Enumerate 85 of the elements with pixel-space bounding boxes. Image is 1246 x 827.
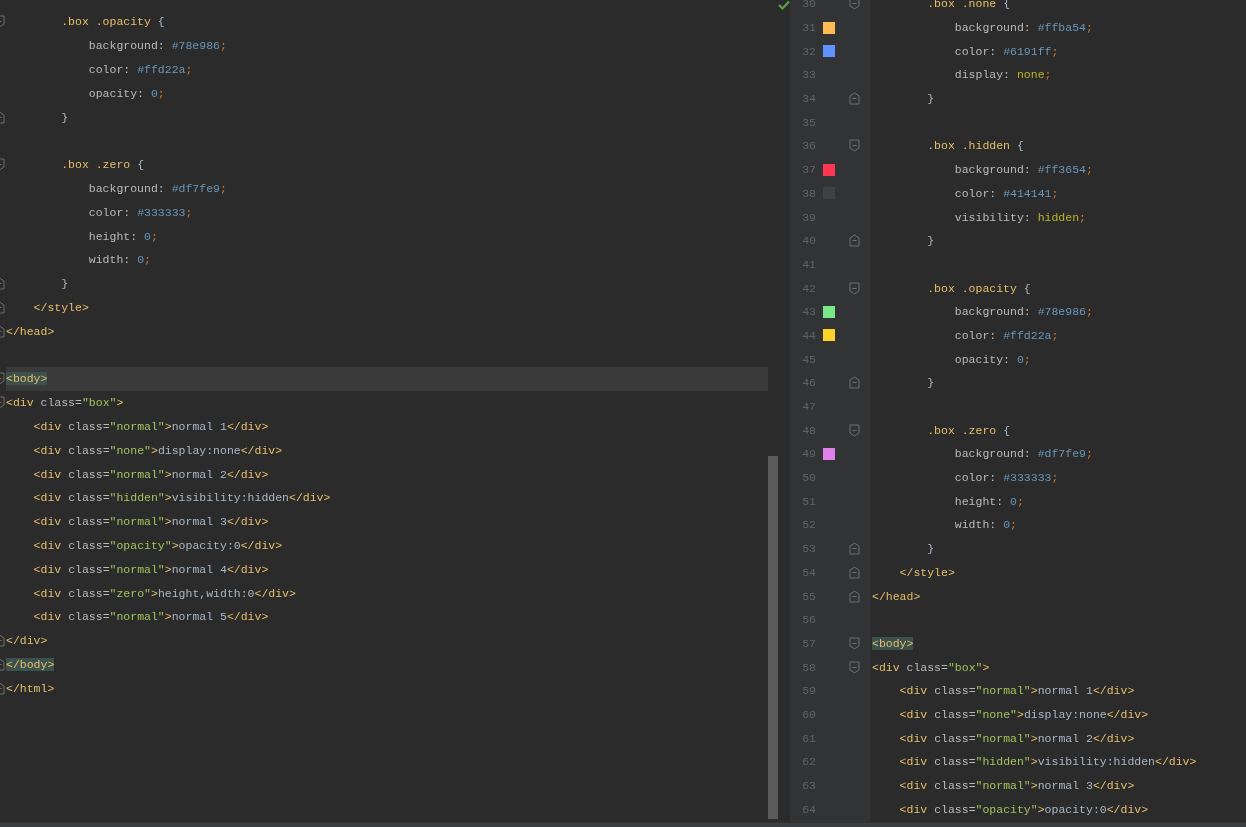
fold-end-icon[interactable]	[848, 234, 860, 248]
code-line: color: #6191ff;	[953, 43, 1060, 60]
fold-end-icon[interactable]	[0, 110, 5, 124]
code-line: </head>	[872, 588, 922, 605]
code-line: <div class="normal">normal 3</div>	[898, 778, 1136, 795]
code-line: display: none;	[953, 67, 1053, 84]
code-line: <div class="normal">normal 3</div>	[32, 514, 270, 531]
code-line: height: 0;	[87, 228, 159, 245]
code-line: <div class="normal">normal 2</div>	[32, 466, 270, 483]
code-line: }	[60, 276, 70, 293]
fold-end-icon[interactable]	[0, 634, 5, 648]
code-line: }	[926, 91, 936, 108]
color-swatch[interactable]	[823, 305, 835, 318]
code-line: </div>	[6, 633, 49, 650]
fold-end-icon[interactable]	[848, 589, 860, 603]
code-line: <div class="normal">normal 1</div>	[32, 418, 270, 435]
code-line: <div class="normal">normal 4</div>	[32, 561, 270, 578]
code-line: </html>	[6, 680, 56, 697]
code-line: background: #78e986;	[87, 38, 228, 55]
fold-collapse-icon[interactable]	[0, 396, 5, 410]
fold-collapse-icon[interactable]	[848, 139, 860, 153]
fold-end-icon[interactable]	[848, 92, 860, 106]
code-line: color: #ffd22a;	[87, 62, 194, 78]
code-line: background: #ffba54;	[953, 20, 1094, 37]
color-swatch[interactable]	[823, 45, 835, 58]
code-line: <div class="zero">height,width:0</div>	[32, 585, 297, 602]
fold-end-icon[interactable]	[0, 300, 5, 314]
code-line: <div class="box">	[6, 395, 125, 412]
fold-collapse-icon[interactable]	[848, 636, 860, 650]
color-swatch[interactable]	[823, 329, 835, 342]
code-line: }	[926, 541, 936, 558]
code-line: }	[926, 375, 936, 392]
code-line: <div class="normal">normal 5</div>	[32, 609, 270, 626]
code-line: <div class="hidden">visibility:hidden</div>	[898, 754, 1198, 771]
code-line: .box .opacity {	[926, 280, 1032, 297]
code-line: width: 0;	[953, 517, 1018, 534]
fold-end-icon[interactable]	[0, 657, 5, 671]
fold-collapse-icon[interactable]	[848, 660, 860, 674]
fold-collapse-icon[interactable]	[0, 158, 5, 172]
code-line: </style>	[898, 564, 956, 581]
fold-end-icon[interactable]	[0, 681, 5, 695]
code-line: color: #333333;	[953, 470, 1060, 487]
code-line: <div class="opacity">opacity:0</div>	[898, 801, 1150, 818]
fold-collapse-icon[interactable]	[848, 281, 860, 295]
code-line: color: #414141;	[953, 185, 1060, 202]
fold-end-icon[interactable]	[848, 565, 860, 579]
code-line: }	[60, 109, 70, 126]
code-line: <div class="none">display:none</div>	[32, 442, 284, 459]
fold-collapse-icon[interactable]	[0, 15, 5, 29]
code-line: .box .zero {	[926, 422, 1012, 439]
code-line: <div class="normal">normal 2</div>	[898, 730, 1136, 747]
code-line: background: #df7fe9;	[953, 446, 1094, 463]
code-line: .box .zero {	[60, 157, 146, 174]
code-line: height: 0;	[953, 493, 1025, 510]
code-line: opacity: 0;	[87, 85, 166, 102]
code-line: opacity: 0;	[953, 351, 1032, 368]
code-line: <div class="normal">normal 1</div>	[898, 683, 1136, 700]
color-swatch[interactable]	[823, 21, 835, 34]
color-swatch[interactable]	[823, 163, 835, 176]
code-line: color: #333333;	[87, 204, 194, 221]
fold-end-icon[interactable]	[0, 324, 5, 338]
code-line: }	[926, 233, 936, 250]
code-line: <div class="hidden">visibility:hidden</div>	[32, 490, 332, 507]
fold-collapse-icon[interactable]	[848, 423, 860, 437]
code-line: color: #ffd22a;	[953, 327, 1060, 344]
code-line: .box .opacity {	[60, 14, 166, 31]
fold-end-icon[interactable]	[848, 542, 860, 556]
code-line: background: #ff3654;	[953, 162, 1094, 179]
code-line: <div class="box">	[872, 659, 991, 676]
fold-end-icon[interactable]	[848, 376, 860, 390]
check-icon	[778, 0, 790, 10]
code-line: </head>	[6, 323, 56, 340]
code-line: <div class="opacity">opacity:0</div>	[32, 537, 284, 554]
code-line: background: #78e986;	[953, 304, 1094, 321]
fold-collapse-icon[interactable]	[0, 372, 5, 386]
code-line: </style>	[32, 299, 90, 316]
code-line: <div class="none">display:none</div>	[898, 706, 1150, 723]
color-swatch[interactable]	[823, 447, 835, 460]
code-line: .box .hidden {	[926, 138, 1025, 155]
scrollbar-thumb[interactable]	[768, 456, 778, 819]
code-line: background: #df7fe9;	[87, 180, 228, 197]
fold-end-icon[interactable]	[0, 277, 5, 291]
code-line: visibility: hidden;	[953, 209, 1087, 226]
fold-collapse-icon[interactable]	[848, 0, 860, 11]
code-line: width: 0;	[87, 252, 152, 269]
